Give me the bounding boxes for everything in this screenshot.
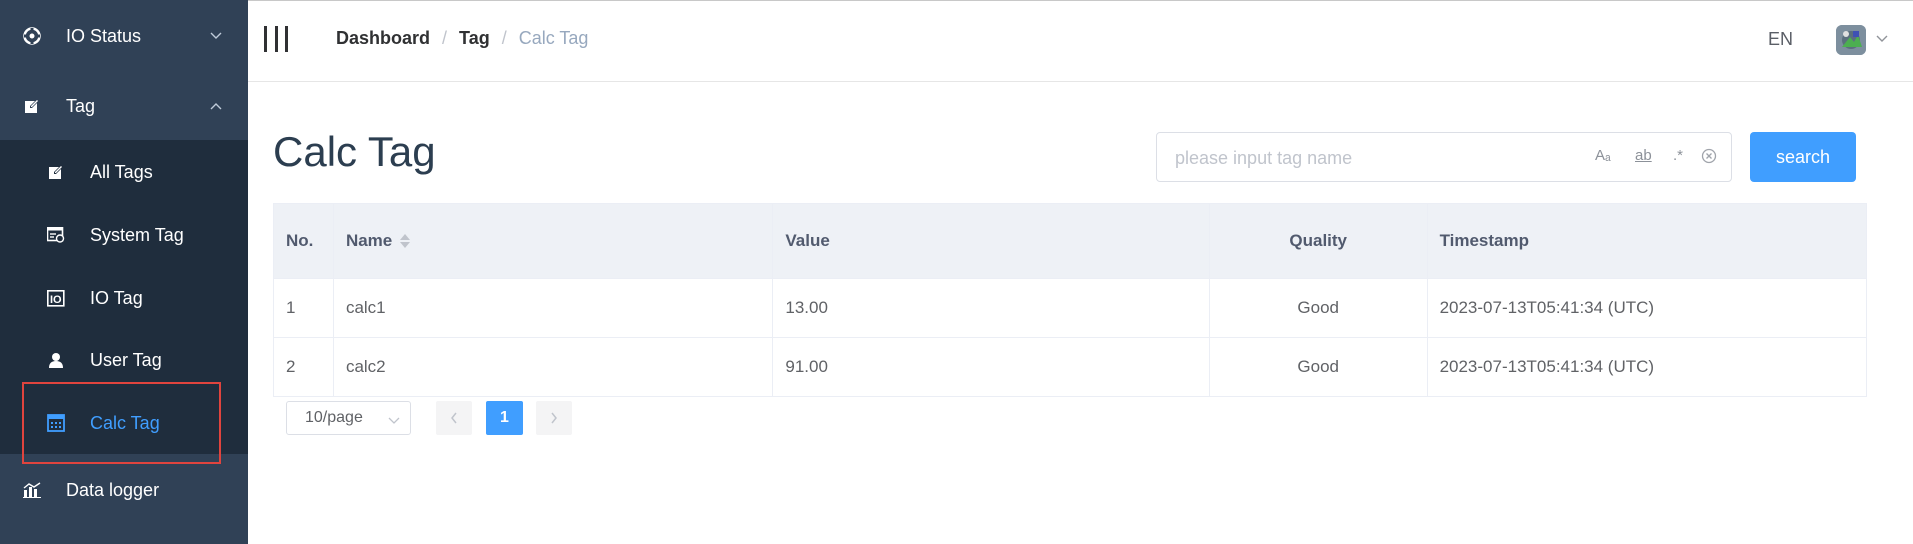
next-page-button[interactable] xyxy=(536,401,572,435)
table-header: No. Name Value Quality Timestamp xyxy=(274,204,1866,278)
sidebar-item-io-tag[interactable]: IO IO Tag xyxy=(0,276,248,320)
column-header-label: Timestamp xyxy=(1439,231,1530,250)
sidebar-item-label: System Tag xyxy=(90,225,184,245)
sidebar-item-system-tag[interactable]: System Tag xyxy=(0,213,248,257)
cell-value: 91.00 xyxy=(773,338,1210,396)
breadcrumb-item[interactable]: Tag xyxy=(459,28,490,49)
match-word-toggle[interactable]: ab xyxy=(1635,147,1652,164)
column-header-label: No. xyxy=(286,231,314,250)
cell-value: 13.00 xyxy=(773,279,1210,337)
breadcrumb: Dashboard / Tag / Calc Tag xyxy=(336,28,588,49)
cell-quality: Good xyxy=(1210,338,1428,396)
svg-text:IO: IO xyxy=(50,294,62,306)
table-row[interactable]: 1 calc1 13.00 Good 2023-07-13T05:41:34 (… xyxy=(274,278,1866,337)
column-header-label: Name xyxy=(345,231,393,250)
cell-no: 2 xyxy=(274,338,334,396)
column-header-quality: Quality xyxy=(1210,204,1428,278)
chevron-down-icon xyxy=(206,26,226,46)
column-header-label: Quality xyxy=(1289,231,1348,250)
chevron-right-icon xyxy=(551,412,557,424)
sidebar: IO Status Tag All Tags System Tag IO IO … xyxy=(0,0,248,544)
chevron-left-icon xyxy=(451,412,457,424)
chevron-up-icon xyxy=(206,96,226,116)
sidebar-item-tag[interactable]: Tag xyxy=(0,84,248,128)
chevron-down-icon xyxy=(388,412,400,430)
edit-icon xyxy=(46,162,66,182)
edit-icon xyxy=(22,96,42,116)
sidebar-item-label: All Tags xyxy=(90,162,153,182)
sidebar-item-label: IO Tag xyxy=(90,288,143,308)
clear-icon[interactable] xyxy=(1701,148,1717,168)
io-tag-icon: IO xyxy=(46,288,66,308)
match-case-toggle[interactable]: Aₐ xyxy=(1595,147,1611,164)
column-header-name[interactable]: Name xyxy=(334,204,774,278)
avatar[interactable] xyxy=(1836,25,1866,55)
sidebar-item-io-status[interactable]: IO Status xyxy=(0,14,248,58)
search-input[interactable] xyxy=(1175,145,1575,171)
breadcrumb-separator: / xyxy=(442,28,448,48)
hamburger-icon[interactable] xyxy=(264,26,288,52)
search-box: Aₐ ab .* xyxy=(1156,132,1732,182)
cell-timestamp: 2023-07-13T05:41:34 (UTC) xyxy=(1439,298,1655,317)
top-navbar: Dashboard / Tag / Calc Tag EN xyxy=(248,0,1913,82)
sidebar-item-label: Calc Tag xyxy=(90,413,160,433)
page-number-current[interactable]: 1 xyxy=(486,401,523,435)
chevron-down-icon[interactable] xyxy=(1876,29,1896,49)
sidebar-item-calc-tag[interactable]: Calc Tag xyxy=(0,392,248,454)
page-size-select[interactable]: 10/page xyxy=(286,401,411,435)
search-button[interactable]: search xyxy=(1750,132,1856,182)
sidebar-item-label: User Tag xyxy=(90,350,162,370)
page-title: Calc Tag xyxy=(273,128,436,175)
breadcrumb-item[interactable]: Dashboard xyxy=(336,28,430,49)
system-tag-icon xyxy=(46,225,66,245)
io-status-icon xyxy=(22,26,42,46)
sidebar-item-label: Tag xyxy=(66,96,96,116)
table-row[interactable]: 2 calc2 91.00 Good 2023-07-13T05:41:34 (… xyxy=(274,337,1866,396)
calculator-icon xyxy=(46,413,66,433)
sort-icon[interactable] xyxy=(400,234,411,248)
sidebar-item-data-logger[interactable]: Data logger xyxy=(0,468,248,512)
column-header-no: No. xyxy=(274,204,334,278)
sidebar-item-label: IO Status xyxy=(66,26,142,46)
cell-no: 1 xyxy=(274,279,334,337)
cell-name: calc1 xyxy=(334,279,774,337)
cell-quality: Good xyxy=(1210,279,1428,337)
cell-timestamp: 2023-07-13T05:41:34 (UTC) xyxy=(1439,357,1655,376)
cell-name: calc2 xyxy=(334,338,774,396)
column-header-timestamp: Timestamp xyxy=(1428,204,1866,278)
tags-table: No. Name Value Quality Timestamp 1 calc1… xyxy=(273,203,1867,397)
sidebar-item-all-tags[interactable]: All Tags xyxy=(0,150,248,194)
column-header-label: Value xyxy=(785,231,830,250)
breadcrumb-separator: / xyxy=(501,28,507,48)
regex-toggle[interactable]: .* xyxy=(1673,147,1683,164)
language-switch[interactable]: EN xyxy=(1768,29,1793,50)
user-icon xyxy=(46,350,66,370)
sidebar-item-label: Data logger xyxy=(66,480,160,500)
sidebar-item-user-tag[interactable]: User Tag xyxy=(0,338,248,382)
breadcrumb-current: Calc Tag xyxy=(518,28,589,48)
page-size-value: 10/page xyxy=(305,409,363,426)
column-header-value: Value xyxy=(773,204,1210,278)
chart-icon xyxy=(22,480,42,500)
prev-page-button[interactable] xyxy=(436,401,472,435)
